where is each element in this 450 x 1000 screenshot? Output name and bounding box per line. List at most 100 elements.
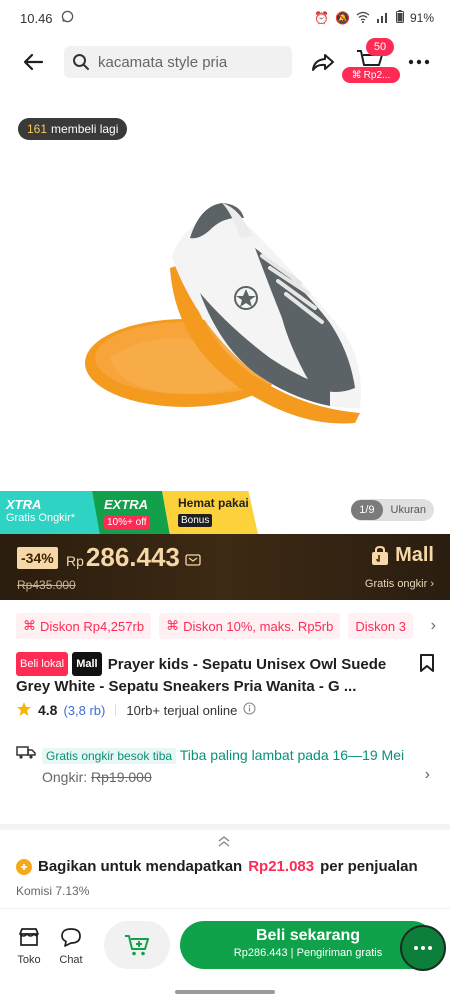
more-dots-icon bbox=[414, 946, 432, 950]
product-title: Beli lokal Mall Prayer kids - Sepatu Uni… bbox=[16, 652, 408, 698]
share-button[interactable] bbox=[308, 47, 338, 77]
buy-price: Rp286.443 bbox=[233, 947, 288, 959]
search-input[interactable] bbox=[98, 53, 278, 71]
star-icon bbox=[16, 701, 32, 720]
top-nav: 50 ⌘ Rp2... bbox=[0, 38, 450, 86]
chat-bubble-icon bbox=[61, 928, 81, 947]
affiliate-headline: Bagikan untuk mendapatkan Rp21.083 per p… bbox=[16, 858, 418, 875]
voucher-list: ⌘ Diskon Rp4,257rb ⌘ Diskon 10%, maks. R… bbox=[16, 613, 450, 639]
free-shipping-note[interactable]: Gratis ongkir › bbox=[365, 578, 434, 590]
add-to-cart-button[interactable] bbox=[104, 921, 170, 969]
voucher-chip[interactable]: ⌘ Diskon 10%, maks. Rp5rb bbox=[159, 613, 341, 639]
original-price: Rp435.000 bbox=[17, 578, 76, 592]
info-icon[interactable] bbox=[243, 702, 256, 718]
extra-subtitle: 10%+ off bbox=[104, 516, 150, 529]
bonus-promo[interactable]: Hemat pakai Bonus bbox=[162, 491, 258, 534]
image-counter: 1/9 bbox=[351, 500, 383, 520]
shipping-cost-old: Rp19.000 bbox=[91, 769, 152, 785]
affiliate-text: Bagikan untuk mendapatkan bbox=[38, 858, 243, 875]
mall-label-text: Mall bbox=[395, 544, 434, 566]
more-dots-icon bbox=[408, 59, 430, 65]
coupon-ticket-icon bbox=[185, 553, 201, 569]
rating-row[interactable]: 4.8 (3,8 rb) 10rb+ terjual online bbox=[16, 700, 256, 720]
commission-amount: Rp21.083 bbox=[248, 858, 315, 875]
voucher-chip[interactable]: ⌘ Diskon Rp4,257rb bbox=[16, 613, 152, 639]
mute-icon: 🔕 bbox=[335, 11, 350, 25]
discount-badge: -34% bbox=[17, 547, 58, 569]
voucher-label: Diskon 10%, maks. Rp5rb bbox=[183, 618, 334, 634]
shipping-cost: Ongkir: Rp19.000 bbox=[42, 769, 436, 785]
shopping-bag-icon bbox=[372, 545, 389, 565]
chevron-right-icon: › bbox=[424, 766, 430, 783]
mall-badge[interactable]: Mall bbox=[371, 544, 434, 567]
local-tag: Beli lokal bbox=[16, 652, 69, 676]
price-currency: Rp bbox=[66, 553, 84, 569]
ticket-icon: ⌘ bbox=[23, 618, 36, 633]
delivery-eta: Tiba paling lambat pada 16—19 Mei bbox=[179, 747, 405, 763]
affiliate-share-panel[interactable]: Bagikan untuk mendapatkan Rp21.083 per p… bbox=[0, 824, 450, 908]
current-price: Rp 286.443 bbox=[66, 542, 201, 573]
status-time: 10.46 bbox=[20, 10, 53, 26]
shipping-cost-label: Ongkir: bbox=[42, 769, 88, 785]
rating-count: (3,8 rb) bbox=[63, 702, 106, 718]
store-icon bbox=[19, 928, 39, 946]
hemat-title: Hemat pakai bbox=[178, 496, 249, 510]
cart-count-badge: 50 bbox=[366, 38, 394, 56]
extra-discount-promo[interactable]: EXTRA 10%+ off bbox=[92, 491, 170, 534]
cart-tag-label: Rp2... bbox=[363, 69, 391, 81]
hemat-subtitle: Bonus bbox=[178, 514, 213, 527]
sold-count: 10rb+ terjual online bbox=[126, 702, 238, 718]
mall-tag: Mall bbox=[72, 652, 102, 676]
divider bbox=[115, 704, 117, 716]
wifi-icon bbox=[356, 11, 370, 26]
shipping-info[interactable]: Gratis ongkir besok tiba Tiba paling lam… bbox=[16, 744, 436, 785]
coupon-icon: ⌘ bbox=[351, 69, 362, 81]
promo-strip[interactable]: XTRA Gratis Ongkir* EXTRA 10%+ off Hemat… bbox=[0, 491, 450, 534]
chevron-right-icon[interactable]: › bbox=[431, 617, 436, 635]
ticket-icon: ⌘ bbox=[166, 618, 180, 633]
bookmark-button[interactable] bbox=[416, 652, 438, 674]
home-indicator[interactable] bbox=[175, 990, 275, 994]
affiliate-suffix: per penjualan bbox=[320, 858, 418, 875]
whatsapp-icon bbox=[61, 10, 74, 26]
floating-assistant-button[interactable] bbox=[400, 925, 446, 971]
size-tab[interactable]: Ukuran bbox=[383, 504, 434, 516]
store-label: Toko bbox=[17, 954, 41, 966]
delivery-truck-icon bbox=[16, 744, 36, 766]
buy-shipping: Pengiriman gratis bbox=[296, 947, 383, 959]
sneaker-product-image bbox=[85, 203, 361, 424]
chat-button[interactable]: Chat bbox=[54, 927, 88, 966]
product-image-carousel[interactable]: 161 membeli lagi bbox=[0, 88, 450, 490]
voucher-label: Diskon Rp4,257rb bbox=[40, 618, 145, 634]
chevron-up-icon[interactable] bbox=[216, 834, 232, 851]
cart-price-tag: ⌘ Rp2... bbox=[342, 67, 400, 83]
rating-value: 4.8 bbox=[38, 702, 58, 718]
xtra-title: XTRA bbox=[6, 497, 42, 512]
alarm-icon: ⏰ bbox=[314, 11, 330, 25]
bookmark-icon bbox=[420, 654, 434, 672]
buy-now-button[interactable]: Beli sekarang Rp286.443 | Pengiriman gra… bbox=[180, 921, 436, 969]
buy-now-subtitle: Rp286.443 | Pengiriman gratis bbox=[233, 947, 383, 959]
price-banner: -34% Rp 286.443 Rp435.000 Mall Gratis on… bbox=[0, 534, 450, 600]
free-shipping-tag: Gratis ongkir besok tiba bbox=[42, 748, 177, 764]
image-pager[interactable]: 1/9 Ukuran bbox=[351, 499, 434, 521]
price-value: 286.443 bbox=[85, 542, 180, 572]
store-button[interactable]: Toko bbox=[12, 927, 46, 966]
back-button[interactable] bbox=[18, 46, 50, 78]
search-icon bbox=[73, 54, 89, 70]
commission-rate: Komisi 7.13% bbox=[16, 884, 90, 898]
coin-icon bbox=[16, 858, 32, 875]
more-options-button[interactable] bbox=[404, 47, 434, 77]
product-title-block: Beli lokal Mall Prayer kids - Sepatu Uni… bbox=[16, 652, 408, 698]
xtra-free-shipping-promo[interactable]: XTRA Gratis Ongkir* bbox=[0, 491, 100, 534]
cart-plus-icon bbox=[125, 935, 149, 956]
battery-icon bbox=[395, 10, 404, 26]
signal-icon bbox=[376, 11, 390, 26]
share-arrow-icon bbox=[312, 54, 334, 71]
chat-label: Chat bbox=[59, 954, 83, 966]
bottom-action-bar: Toko Chat Beli sekarang Rp286.443 | Peng… bbox=[0, 908, 450, 980]
status-bar: 10.46 ⏰ 🔕 91% bbox=[0, 0, 450, 36]
voucher-chip[interactable]: Diskon 3 bbox=[348, 613, 413, 639]
search-bar[interactable] bbox=[64, 46, 292, 78]
arrow-left-icon bbox=[23, 53, 44, 71]
